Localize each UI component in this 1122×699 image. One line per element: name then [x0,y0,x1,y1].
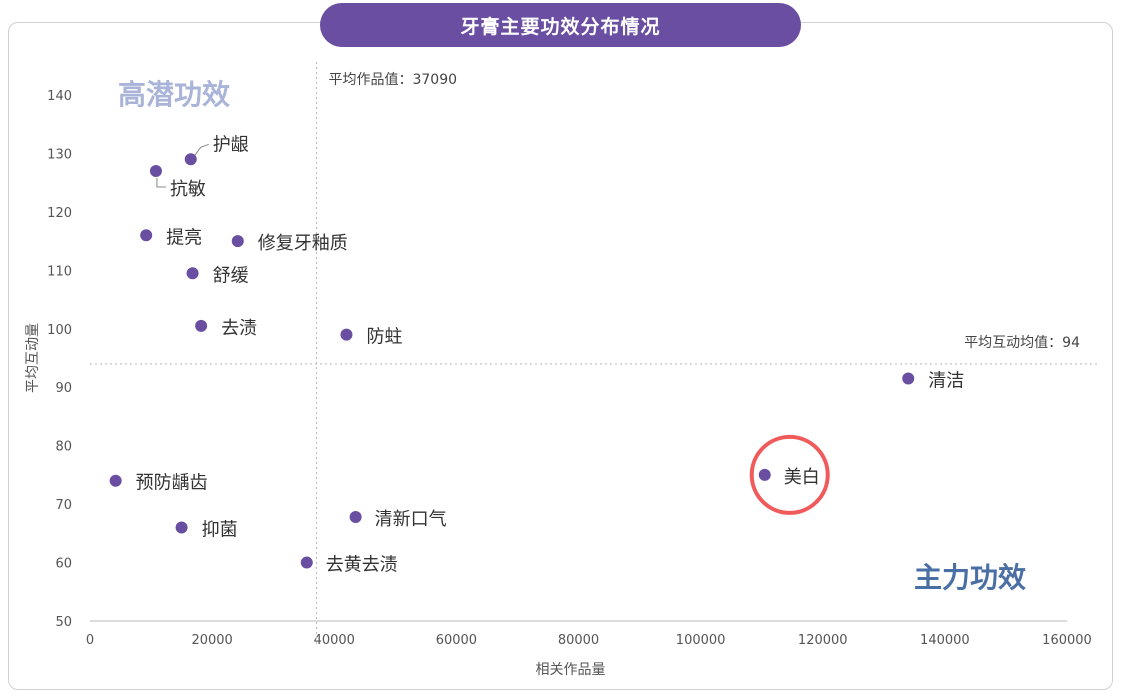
x-tick-label: 100000 [676,633,726,648]
point-marker[interactable] [109,474,122,487]
y-tick-label: 130 [47,147,72,162]
leader-line [156,177,166,188]
y-tick-label: 80 [55,440,72,455]
point-marker[interactable] [340,328,353,341]
y-axis-label: 平均互动量 [25,323,41,393]
data-points: 护龈抗敏提亮 修复牙釉质舒缓去渍 防蛀清洁美白 预防龋齿清新口气 抑菌去黄去渍 [109,134,964,576]
point-预防龋齿[interactable]: 预防龋齿 [109,473,208,494]
point-去黄去渍[interactable]: 去黄去渍 [300,555,398,576]
point-marker[interactable] [300,556,313,569]
point-舒缓[interactable]: 舒缓 [186,265,249,286]
point-label: 提亮 [166,227,202,248]
point-label: 清新口气 [375,509,447,530]
x-tick-label: 0 [86,633,94,648]
point-marker[interactable] [175,521,188,534]
point-label: 防蛀 [366,327,402,348]
y-tick-label: 50 [55,615,72,630]
point-marker[interactable] [231,235,244,248]
point-marker[interactable] [349,510,362,523]
point-marker[interactable] [195,319,208,332]
point-label: 修复牙釉质 [258,233,348,254]
point-清新口气[interactable]: 清新口气 [349,509,447,530]
y-mean-label: 平均互动均值：94 [964,335,1080,351]
point-marker[interactable] [758,468,771,481]
x-axis-label: 相关作品量 [536,662,606,678]
point-防蛀[interactable]: 防蛀 [340,327,402,348]
point-抗敏[interactable]: 抗敏 [149,164,206,200]
x-tick-label: 160000 [1042,633,1092,648]
point-marker[interactable] [902,372,915,385]
x-mean-label: 平均作品值：37090 [328,72,457,88]
point-label: 抗敏 [170,179,206,200]
y-tick-label: 140 [47,89,72,104]
y-tick-label: 70 [55,498,72,513]
point-marker[interactable] [149,164,162,177]
point-label: 预防龋齿 [136,473,208,494]
point-label: 去渍 [221,318,257,339]
point-提亮[interactable]: 提亮 [140,227,202,248]
x-tick-label: 20000 [191,633,232,648]
point-label: 清洁 [928,370,964,391]
y-tick-label: 60 [55,557,72,572]
point-清洁[interactable]: 清洁 [902,370,964,391]
point-label: 美白 [784,467,820,488]
point-护龈[interactable]: 护龈 [184,134,249,166]
y-tick-label: 120 [47,206,72,221]
y-tick-label: 110 [47,264,72,279]
point-去渍[interactable]: 去渍 [195,318,257,339]
scatter-chart: 0 20000 40000 60000 80000 100000 120000 140000 1… [25,62,1097,678]
point-label: 抑菌 [202,519,238,540]
x-tick-label: 140000 [920,633,970,648]
leader-line [194,143,209,156]
point-label: 舒缓 [213,265,249,286]
x-tick-label: 60000 [436,633,477,648]
point-美白[interactable]: 美白 [749,434,830,515]
x-tick-label: 120000 [798,633,848,648]
quadrant-label-main: 主力功效 [914,561,1026,594]
point-抑菌[interactable]: 抑菌 [175,519,238,540]
x-tick-label: 80000 [558,633,599,648]
point-label: 护龈 [213,134,249,155]
y-tick-label: 90 [55,381,72,396]
x-tick-label: 40000 [314,633,355,648]
point-label: 去黄去渍 [326,555,398,576]
quadrant-label-high-potential: 高潜功效 [118,78,230,111]
point-marker[interactable] [140,229,153,242]
y-tick-label: 100 [47,323,72,338]
point-marker[interactable] [186,267,199,280]
point-修复牙釉质[interactable]: 修复牙釉质 [231,233,348,254]
